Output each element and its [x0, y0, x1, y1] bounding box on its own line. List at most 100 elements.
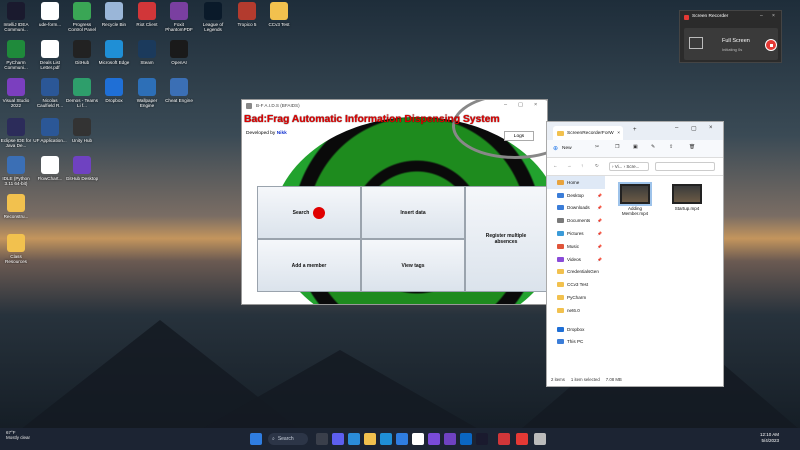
taskbar-app-icon[interactable] [460, 433, 472, 445]
taskbar-app-icon[interactable] [476, 433, 488, 445]
sidebar-item[interactable]: Videos 📌 [547, 253, 605, 266]
desktop-icon-label: GitHub Desktop [65, 176, 99, 181]
copy-icon[interactable]: ❐ [615, 145, 619, 150]
file-item[interactable]: Startup.mp4 [669, 184, 705, 211]
explorer-tab[interactable]: ScreenRecorderForW × [553, 126, 623, 140]
sidebar-item-label: Documents [567, 218, 591, 224]
sidebar-item[interactable]: Home [547, 176, 605, 189]
desktop-icon[interactable]: Riot Client [130, 2, 164, 32]
desktop-icon[interactable]: Demos - Teams Li f... [65, 78, 99, 108]
sidebar-item[interactable]: Pictures 📌 [547, 227, 605, 240]
sidebar-item[interactable]: Desktop 📌 [547, 189, 605, 202]
screen-recorder-widget: Screen Recorder – × Full Screen Initiati… [679, 10, 782, 63]
taskbar-app-icon[interactable] [516, 433, 528, 445]
minimize-icon[interactable]: – [760, 13, 763, 19]
sidebar-item[interactable]: PyCharm [547, 291, 605, 304]
sidebar-item[interactable]: Dropbox [547, 323, 605, 336]
desktop-icon[interactable]: Recycle Bin [97, 2, 131, 32]
taskbar-clock[interactable]: 12:10 AM 5/4/2023 [760, 432, 779, 444]
desktop-icon[interactable]: Steam [130, 40, 164, 70]
share-icon[interactable]: ⇪ [669, 145, 673, 150]
desktop-icon[interactable]: Deals List Letter.pdf [33, 40, 67, 70]
taskbar-app-icon[interactable] [428, 433, 440, 445]
cut-icon[interactable]: ✂ [595, 145, 599, 150]
forward-icon[interactable]: → [567, 163, 572, 168]
sidebar-item[interactable]: Downloads 📌 [547, 202, 605, 215]
app-icon [7, 234, 25, 252]
desktop-icon[interactable]: PyCharm Communi... [0, 40, 33, 70]
red-dot-icon [313, 206, 326, 219]
clock-date: 5/4/2023 [761, 438, 780, 443]
maximize-button[interactable]: ▢ [691, 125, 697, 132]
back-icon[interactable]: ← [553, 163, 558, 168]
desktop-icon[interactable]: Eclipse IDE for Java De... [0, 118, 33, 148]
taskbar-search[interactable]: ⌕ Search [268, 433, 308, 445]
taskbar-app-icon[interactable] [332, 433, 344, 445]
sidebar-item[interactable]: Music 📌 [547, 240, 605, 253]
logs-button[interactable]: Logs [504, 131, 534, 141]
desktop-icon[interactable]: Progress Control Panel [65, 2, 99, 32]
rename-icon[interactable]: ✎ [651, 145, 655, 150]
desktop-icon[interactable]: Cheat Engine [162, 78, 196, 108]
taskbar-app-icon[interactable] [250, 433, 262, 445]
up-icon[interactable]: ↑ [581, 163, 583, 168]
taskbar-app-icon[interactable] [396, 433, 408, 445]
desktop-icon[interactable]: Reconstru... [0, 194, 33, 224]
desktop-icon[interactable]: OpenAI [162, 40, 196, 70]
desktop-icon[interactable]: IntelliJ IDEA Communi... [0, 2, 33, 32]
desktop-icon[interactable]: Foxit PhantomPDF [162, 2, 196, 32]
desktop-icon[interactable]: GitHub Desktop [65, 156, 99, 186]
desktop-icon[interactable]: Microsoft Edge [97, 40, 131, 70]
delete-icon[interactable]: 🗑 [689, 145, 695, 150]
taskbar-app-icon[interactable] [412, 433, 424, 445]
add-member-button[interactable]: Add a member [257, 239, 361, 292]
register-absences-button[interactable]: Register multiple absences [465, 186, 547, 292]
taskbar-app-icon[interactable] [380, 433, 392, 445]
taskbar-app-icon[interactable] [444, 433, 456, 445]
taskbar-app-icon[interactable] [348, 433, 360, 445]
search-button[interactable]: Search [257, 186, 361, 239]
taskbar-app-icon[interactable] [534, 433, 546, 445]
desktop-icon[interactable]: GitHub [65, 40, 99, 70]
file-item[interactable]: Adding Member.mp4 [617, 182, 653, 216]
new-button[interactable]: New [562, 146, 572, 151]
stop-recording-button[interactable] [765, 39, 777, 51]
desktop-icon[interactable]: Class Resources [0, 234, 33, 264]
sidebar-item[interactable]: Documents 📌 [547, 214, 605, 227]
taskbar-app-icon[interactable] [498, 433, 510, 445]
desktop-icon[interactable]: IDLE (Python 3.11 64-bit) [0, 156, 33, 186]
weather-widget[interactable]: 67°F Mostly clear [6, 430, 30, 440]
new-tab-button[interactable]: + [633, 127, 637, 133]
view-tags-button[interactable]: View tags [361, 239, 465, 292]
search-input[interactable] [655, 162, 715, 171]
desktop-icon[interactable]: Nicolas Caulfield R... [33, 78, 67, 108]
desktop-icon[interactable]: ude-form... [33, 2, 67, 32]
sidebar-item[interactable]: This PC [547, 336, 605, 349]
insert-data-button[interactable]: Insert data [361, 186, 465, 239]
sidebar-item[interactable]: net6.0 [547, 304, 605, 317]
desktop-icon[interactable]: Dropbox [97, 78, 131, 108]
desktop-icon-label: League of Legends [202, 22, 224, 32]
close-button[interactable]: × [709, 125, 713, 131]
address-input[interactable]: › Vi... › Scre... [609, 162, 649, 171]
paste-icon[interactable]: ▣ [633, 145, 638, 150]
desktop-icon[interactable]: UF Application... [33, 118, 67, 148]
desktop-icon[interactable]: FlowChart... [33, 156, 67, 186]
desktop-icon-label: Demos - Teams Li f... [65, 98, 99, 108]
desktop-icon[interactable]: Wallpaper Engine [130, 78, 164, 108]
sidebar-item[interactable]: CCv3 Test [547, 278, 605, 291]
refresh-icon[interactable]: ↻ [595, 163, 599, 169]
desktop-icon-label: ude-form... [38, 22, 62, 27]
taskbar-app-icon[interactable] [316, 433, 328, 445]
close-tab-icon[interactable]: × [617, 131, 620, 136]
sidebar-item[interactable]: CredentialsGen [547, 266, 605, 279]
desktop-icon[interactable]: Unity Hub [65, 118, 99, 148]
desktop-icon[interactable]: Visual Studio 2022 [0, 78, 33, 108]
desktop-icon[interactable]: CCv3 Test [262, 2, 296, 32]
taskbar-app-icon[interactable] [364, 433, 376, 445]
desktop-icon[interactable]: Tropico 5 [230, 2, 264, 32]
minimize-button[interactable]: – [675, 125, 678, 131]
desktop-icon-label: Unity Hub [71, 138, 93, 143]
close-icon[interactable]: × [772, 13, 775, 19]
desktop-icon[interactable]: League of Legends [196, 2, 230, 32]
